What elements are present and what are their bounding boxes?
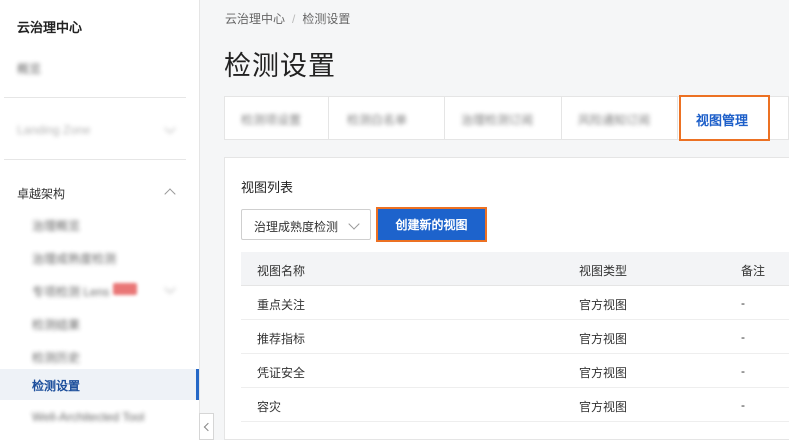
breadcrumb: 云治理中心 / 检测设置	[225, 10, 350, 27]
sidebar-group-label[interactable]: 卓越架构	[17, 185, 65, 202]
tab-risk-subscription[interactable]: 风险通知订阅	[562, 97, 678, 139]
breadcrumb-root[interactable]: 云治理中心	[225, 12, 285, 26]
section-title: 视图列表	[241, 180, 294, 195]
cell-view-type: 官方视图	[579, 332, 628, 346]
select-value: 治理成熟度检测	[254, 220, 339, 234]
column-header-name: 视图名称	[257, 264, 306, 278]
cell-view-name: 推荐指标	[257, 332, 306, 346]
table-row[interactable]: 容灾 官方视图 -	[241, 388, 789, 422]
table-header: 视图名称 视图类型 备注	[241, 252, 789, 286]
tab-label: 风险通知订阅	[578, 113, 651, 127]
table-row[interactable]: 重点关注 官方视图 -	[241, 286, 789, 320]
sidebar-item-maturity-check[interactable]: 治理成熟度检测	[32, 250, 116, 267]
new-badge	[113, 283, 137, 295]
tab-label: 检测项设置	[241, 113, 302, 127]
button-highlight-outline	[376, 207, 487, 242]
cell-note: -	[741, 296, 745, 310]
sidebar-item-well-architected-tool[interactable]: Well-Architected Tool	[32, 410, 144, 424]
sidebar-item-settings-label: 检测设置	[32, 379, 81, 393]
sidebar-item-governance-overview[interactable]: 治理概览	[32, 217, 80, 234]
sidebar-title: 云治理中心	[17, 20, 83, 35]
breadcrumb-separator: /	[292, 12, 296, 26]
cell-view-type: 官方视图	[579, 366, 628, 380]
tab-check-items[interactable]: 检测项设置	[225, 97, 329, 139]
sidebar-item-results[interactable]: 检测结果	[32, 316, 80, 333]
chevron-down-icon	[164, 122, 176, 134]
tab-governance-subscription[interactable]: 治理检测订阅	[445, 97, 562, 139]
sidebar-divider	[4, 159, 186, 160]
cell-note: -	[741, 364, 745, 378]
page-title: 检测设置	[224, 51, 336, 81]
chevron-down-icon	[164, 282, 176, 294]
table-row[interactable]: 凭证安全 官方视图 -	[241, 354, 789, 388]
cell-view-name: 容灾	[257, 400, 282, 414]
sidebar-item-settings[interactable]	[0, 369, 199, 400]
cell-view-name: 重点关注	[257, 298, 306, 312]
cell-note: -	[741, 330, 745, 344]
sidebar-item-lens[interactable]: 专项检测 Lens	[32, 283, 109, 300]
cell-view-name: 凭证安全	[257, 366, 306, 380]
check-type-select[interactable]: 治理成熟度检测	[241, 209, 371, 240]
chevron-left-icon	[203, 422, 213, 432]
cell-note: -	[741, 398, 745, 412]
sidebar-divider	[4, 97, 186, 98]
column-header-type: 视图类型	[579, 264, 628, 278]
tab-highlight-outline	[679, 95, 770, 141]
sidebar-item-landing-zone[interactable]: Landing Zone	[17, 123, 90, 137]
tab-label: 检测白名单	[347, 113, 408, 127]
tab-label: 治理检测订阅	[461, 113, 534, 127]
tab-whitelist[interactable]: 检测白名单	[329, 97, 445, 139]
sidebar-collapse-button[interactable]	[199, 413, 214, 440]
cell-view-type: 官方视图	[579, 298, 628, 312]
sidebar-item-history[interactable]: 检测历史	[32, 349, 80, 366]
cell-view-type: 官方视图	[579, 400, 628, 414]
breadcrumb-current: 检测设置	[302, 12, 351, 26]
sidebar: 云治理中心 概览 Landing Zone 卓越架构 治理概览 治理成熟度检测 …	[0, 0, 200, 440]
table-row[interactable]: 推荐指标 官方视图 -	[241, 320, 789, 354]
sidebar-item-overview[interactable]: 概览	[17, 60, 41, 77]
column-header-note: 备注	[741, 264, 766, 278]
chevron-up-icon[interactable]	[164, 188, 176, 200]
chevron-down-icon	[348, 218, 360, 230]
